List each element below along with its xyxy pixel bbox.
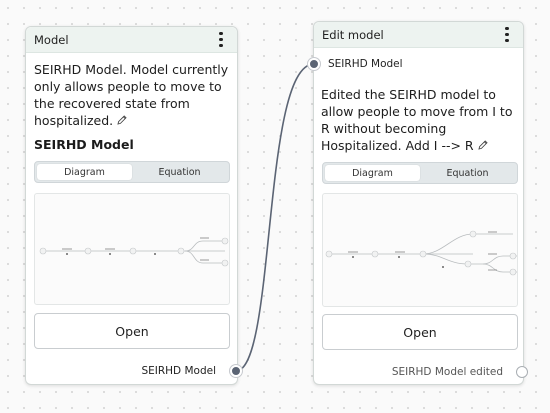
tab-diagram[interactable]: Diagram [37, 164, 132, 180]
model-diagram[interactable] [322, 193, 518, 307]
node-title: Edit model [322, 27, 384, 42]
output-port-label: SEIRHD Model edited [391, 366, 503, 378]
node-header: Edit model [314, 22, 523, 48]
input-port[interactable] [308, 58, 320, 70]
output-port[interactable] [230, 365, 242, 377]
output-port-label: SEIRHD Model [141, 365, 216, 377]
open-button[interactable]: Open [34, 313, 230, 349]
model-diagram[interactable] [34, 193, 230, 305]
node-description: SEIRHD Model. Model currently only allow… [34, 61, 232, 129]
input-port-label: SEIRHD Model [328, 58, 403, 70]
output-port[interactable] [516, 366, 528, 378]
kebab-menu-icon[interactable] [499, 26, 515, 44]
tab-diagram[interactable]: Diagram [325, 165, 420, 181]
model-node[interactable]: Model SEIRHD Model. Model currently only… [25, 26, 238, 385]
node-title: Model [34, 32, 69, 47]
kebab-menu-icon[interactable] [213, 31, 229, 49]
edit-model-node[interactable]: Edit model SEIRHD Model Edited the SEIRH… [313, 21, 524, 385]
pencil-icon[interactable] [477, 139, 489, 151]
tab-equation[interactable]: Equation [132, 164, 227, 180]
tab-equation[interactable]: Equation [420, 165, 515, 181]
pencil-icon[interactable] [116, 114, 128, 126]
model-name: SEIRHD Model [34, 137, 134, 152]
node-description: Edited the SEIRHD model to allow people … [321, 86, 521, 154]
view-toggle: Diagram Equation [322, 162, 518, 184]
view-toggle: Diagram Equation [34, 161, 230, 183]
node-header: Model [26, 27, 237, 53]
description-text: SEIRHD Model. Model currently only allow… [34, 62, 229, 128]
open-button[interactable]: Open [322, 314, 518, 350]
